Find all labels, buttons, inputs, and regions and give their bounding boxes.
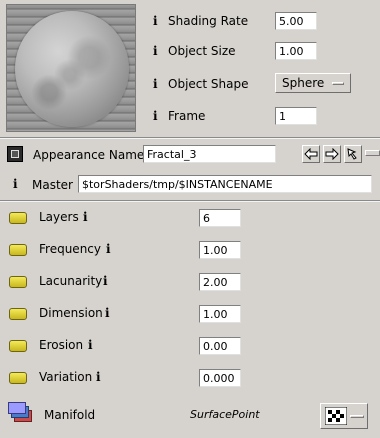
frequency-input[interactable] xyxy=(199,241,241,259)
frame-input[interactable] xyxy=(275,107,317,125)
dropdown-indicator-icon xyxy=(350,414,364,418)
connection-icon[interactable] xyxy=(9,340,27,352)
shader-preview xyxy=(6,4,136,132)
dimension-input[interactable] xyxy=(199,305,241,323)
right-arrow-icon xyxy=(325,148,339,160)
lacunarity-input[interactable] xyxy=(199,273,241,291)
pointer-button[interactable] xyxy=(344,145,362,163)
frame-label: Frame xyxy=(168,109,206,123)
param-label: Lacunarity xyxy=(39,274,103,288)
object-shape-label: Object Shape xyxy=(168,77,249,91)
info-icon[interactable]: i xyxy=(83,210,88,224)
dropdown-indicator-icon xyxy=(332,81,344,85)
divider xyxy=(0,137,380,139)
shading-rate-label: Shading Rate xyxy=(168,14,249,28)
param-label: Erosion xyxy=(39,338,84,352)
appearance-name-label: Appearance Name xyxy=(33,148,145,162)
master-input[interactable] xyxy=(78,175,372,193)
overflow-indicator[interactable] xyxy=(365,150,380,156)
left-arrow-button[interactable] xyxy=(302,145,320,163)
manifold-select[interactable] xyxy=(320,403,368,429)
object-size-input[interactable] xyxy=(275,42,317,60)
layers-input[interactable] xyxy=(199,209,241,227)
left-arrow-icon xyxy=(304,148,318,160)
info-icon[interactable]: i xyxy=(105,306,110,320)
pointer-icon xyxy=(347,148,357,160)
variation-input[interactable] xyxy=(199,369,241,387)
param-label: Dimension xyxy=(39,306,103,320)
connection-icon[interactable] xyxy=(9,244,27,256)
manifold-type: SurfacePoint xyxy=(190,408,260,421)
object-size-label: Object Size xyxy=(168,44,236,58)
info-icon[interactable]: i xyxy=(103,274,108,288)
right-arrow-button[interactable] xyxy=(323,145,341,163)
preview-sphere xyxy=(15,11,129,127)
info-icon[interactable]: i xyxy=(153,77,158,91)
master-label: Master xyxy=(32,178,73,192)
connection-icon[interactable] xyxy=(9,308,27,320)
info-icon[interactable]: i xyxy=(88,338,93,352)
connection-icon[interactable] xyxy=(9,276,27,288)
connection-icon[interactable] xyxy=(9,212,27,224)
info-icon[interactable]: i xyxy=(106,242,111,256)
param-label: Variation xyxy=(39,370,93,384)
divider xyxy=(0,200,380,202)
info-icon[interactable]: i xyxy=(13,177,18,191)
erosion-input[interactable] xyxy=(199,337,241,355)
checker-icon xyxy=(325,407,347,425)
manifold-icon[interactable] xyxy=(8,402,34,424)
manifold-label: Manifold xyxy=(44,408,96,422)
info-icon[interactable]: i xyxy=(96,370,101,384)
info-icon[interactable]: i xyxy=(153,14,158,28)
info-icon[interactable]: i xyxy=(153,109,158,123)
param-label: Frequency xyxy=(39,242,101,256)
appearance-icon xyxy=(7,146,23,162)
param-label: Layers xyxy=(39,210,79,224)
connection-icon[interactable] xyxy=(9,372,27,384)
object-shape-select[interactable]: Sphere xyxy=(275,73,351,93)
object-shape-value: Sphere xyxy=(282,76,325,90)
shading-rate-input[interactable] xyxy=(275,12,317,30)
info-icon[interactable]: i xyxy=(153,44,158,58)
appearance-name-input[interactable] xyxy=(143,145,276,163)
